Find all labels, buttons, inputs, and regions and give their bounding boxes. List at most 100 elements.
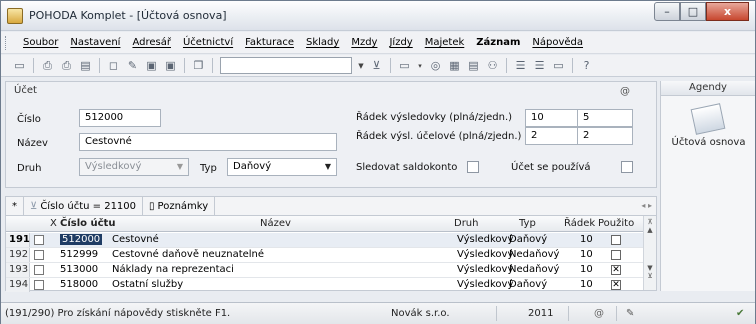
edit-record-icon[interactable]: ✎ xyxy=(124,57,141,74)
ucetni-osnova-icon[interactable] xyxy=(690,103,726,135)
row-checkbox[interactable] xyxy=(34,250,44,260)
scroll-up-icon[interactable]: ▲ xyxy=(644,226,656,234)
document-icon[interactable]: ▭ xyxy=(550,57,567,74)
close-button[interactable]: x xyxy=(706,2,749,21)
list-alt-icon[interactable]: ☰ xyxy=(531,57,548,74)
report-icon[interactable]: ▤ xyxy=(77,57,94,74)
maximize-button[interactable]: □ xyxy=(680,2,706,21)
cell-typ: Nedaňový xyxy=(509,264,560,275)
col-pouzito-header[interactable]: Použito xyxy=(598,218,634,229)
status-year: 2011 xyxy=(528,308,554,319)
menu-ucetnictvi[interactable]: Účetnictví xyxy=(177,37,239,48)
filter-icon: ⊻ xyxy=(30,200,38,212)
cell-pouzito-checkbox xyxy=(611,235,621,245)
cell-radek: 10 xyxy=(580,279,593,290)
help-icon[interactable]: ? xyxy=(578,57,595,74)
vertical-scrollbar[interactable]: ⊼ ▲ ▼ ⊻ xyxy=(643,216,656,290)
new-record-icon[interactable]: ◻ xyxy=(105,57,122,74)
menu-jizdy[interactable]: Jízdy xyxy=(383,37,418,48)
menu-majetek[interactable]: Majetek xyxy=(419,37,471,48)
at-icon[interactable]: @ xyxy=(620,86,630,97)
scroll-top-icon[interactable]: ⊼ xyxy=(644,218,656,226)
table-row[interactable]: 192 512999 Cestovné daňově neuznatelné V… xyxy=(6,248,656,263)
table-row[interactable]: 191 512000 Cestovné Výsledkový Daňový 10 xyxy=(6,233,656,248)
filter-icon[interactable]: ⊻ xyxy=(368,57,385,74)
row-checkbox[interactable] xyxy=(34,235,44,245)
cell-cislo: 512999 xyxy=(60,249,99,260)
print-icon[interactable]: ⎙ xyxy=(58,57,75,74)
druh-select: Výsledkový ▼ xyxy=(79,158,189,176)
status-separator xyxy=(496,306,497,321)
calculator-icon[interactable]: ▤ xyxy=(465,57,482,74)
tab-scroll-arrows-icon[interactable]: ◂ ▸ xyxy=(641,201,652,210)
nazev-label: Název xyxy=(17,138,48,149)
ok-check-icon[interactable]: ✔ xyxy=(736,308,744,319)
display-icon[interactable]: ▭ xyxy=(396,57,413,74)
radek-ucelove-label: Řádek výsl. účelové (plná/zjedn.) xyxy=(356,131,522,142)
menu-zaznam[interactable]: Záznam xyxy=(470,37,526,48)
copy-icon[interactable]: ❐ xyxy=(190,57,207,74)
nazev-input[interactable]: Cestovné xyxy=(79,133,337,151)
row-checkbox[interactable] xyxy=(34,265,44,275)
print-preview-icon[interactable]: ⎙ xyxy=(39,57,56,74)
minimize-button[interactable]: – xyxy=(654,2,680,21)
saldokonto-checkbox[interactable] xyxy=(467,161,479,173)
row-checkbox[interactable] xyxy=(34,280,44,290)
col-x-header[interactable]: X xyxy=(50,218,57,229)
ucet-se-pouziva-checkbox[interactable] xyxy=(621,161,633,173)
menu-napoveda[interactable]: Nápověda xyxy=(526,37,589,48)
cell-nazev: Cestovné xyxy=(112,234,159,245)
chevron-down-icon[interactable]: ▾ xyxy=(415,57,425,74)
filter-tab[interactable]: ⊻ Číslo účtu = 21100 xyxy=(24,196,144,216)
cislo-input[interactable]: 512000 xyxy=(79,109,161,127)
menu-soubor[interactable]: Soubor xyxy=(17,37,64,48)
menu-sklady[interactable]: Sklady xyxy=(300,37,345,48)
radek-ucelove-zjedn-input[interactable]: 2 xyxy=(577,127,633,145)
menu-grip xyxy=(5,36,8,50)
menu-fakturace[interactable]: Fakturace xyxy=(239,37,300,48)
cell-druh: Výsledkový xyxy=(457,279,514,290)
window-controls: – □ x xyxy=(654,2,749,22)
filter-all-tab[interactable]: * xyxy=(6,196,24,216)
col-nazev-header[interactable]: Název xyxy=(260,218,291,229)
cell-nazev: Náklady na reprezentaci xyxy=(112,264,234,275)
notes-icon: ▯ xyxy=(149,200,155,212)
menu-adresar[interactable]: Adresář xyxy=(126,37,177,48)
chevron-down-icon[interactable]: ▼ xyxy=(356,57,366,74)
scroll-bottom-icon[interactable]: ⊻ xyxy=(644,272,656,280)
typ-select[interactable]: Daňový ▼ xyxy=(227,158,337,176)
col-radek-header[interactable]: Řádek xyxy=(564,218,595,229)
save-copy-icon[interactable]: ▣ xyxy=(162,57,179,74)
users-icon[interactable]: ⚇ xyxy=(484,57,501,74)
accounts-grid: * ⊻ Číslo účtu = 21100 ▯ Poznámky ◂ ▸ X … xyxy=(5,196,657,293)
typ-value: Daňový xyxy=(233,161,272,172)
col-cislo-header[interactable]: Číslo účtu xyxy=(60,218,115,229)
status-at-icon[interactable]: @ xyxy=(594,308,604,319)
list-icon[interactable]: ☰ xyxy=(512,57,529,74)
menu-mzdy[interactable]: Mzdy xyxy=(345,37,383,48)
table-row[interactable]: 193 513000 Náklady na reprezentaci Výsle… xyxy=(6,263,656,278)
radek-vysledovky-label: Řádek výsledovky (plná/zjedn.) xyxy=(356,112,513,123)
radek-vysledovky-plna-input[interactable]: 10 xyxy=(525,109,579,127)
table-row[interactable]: 194 518000 Ostatní služby Výsledkový Daň… xyxy=(6,278,656,293)
open-icon[interactable]: ▭ xyxy=(11,57,28,74)
toolbar-combo[interactable] xyxy=(220,57,352,74)
chevron-down-icon[interactable]: ▼ xyxy=(325,162,331,171)
radek-ucelove-plna-input[interactable]: 2 xyxy=(525,127,579,145)
scroll-down-icon[interactable]: ▼ xyxy=(644,264,656,272)
menu-nastaveni[interactable]: Nastavení xyxy=(64,37,126,48)
table-icon[interactable]: ▦ xyxy=(446,57,463,74)
notes-tab[interactable]: ▯ Poznámky xyxy=(143,196,216,216)
toolbar-separator xyxy=(212,58,213,73)
grid-header: X Číslo účtu Název Druh Typ Řádek Použit… xyxy=(6,216,656,232)
col-typ-header[interactable]: Typ xyxy=(519,218,536,229)
radek-vysledovky-zjedn-input[interactable]: 5 xyxy=(577,109,633,127)
agendy-panel: Agendy Účtová osnova xyxy=(660,81,755,291)
pohoda-app-icon xyxy=(7,8,23,24)
agenda-ucetni-osnova[interactable]: Účtová osnova xyxy=(661,137,756,148)
col-druh-header[interactable]: Druh xyxy=(454,218,479,229)
save-record-icon[interactable]: ▣ xyxy=(143,57,160,74)
menu-bar: Soubor Nastavení Adresář Účetnictví Fakt… xyxy=(1,32,755,54)
cancel-filter-icon[interactable]: ◎ xyxy=(427,57,444,74)
pen-icon[interactable]: ✎ xyxy=(626,308,634,319)
